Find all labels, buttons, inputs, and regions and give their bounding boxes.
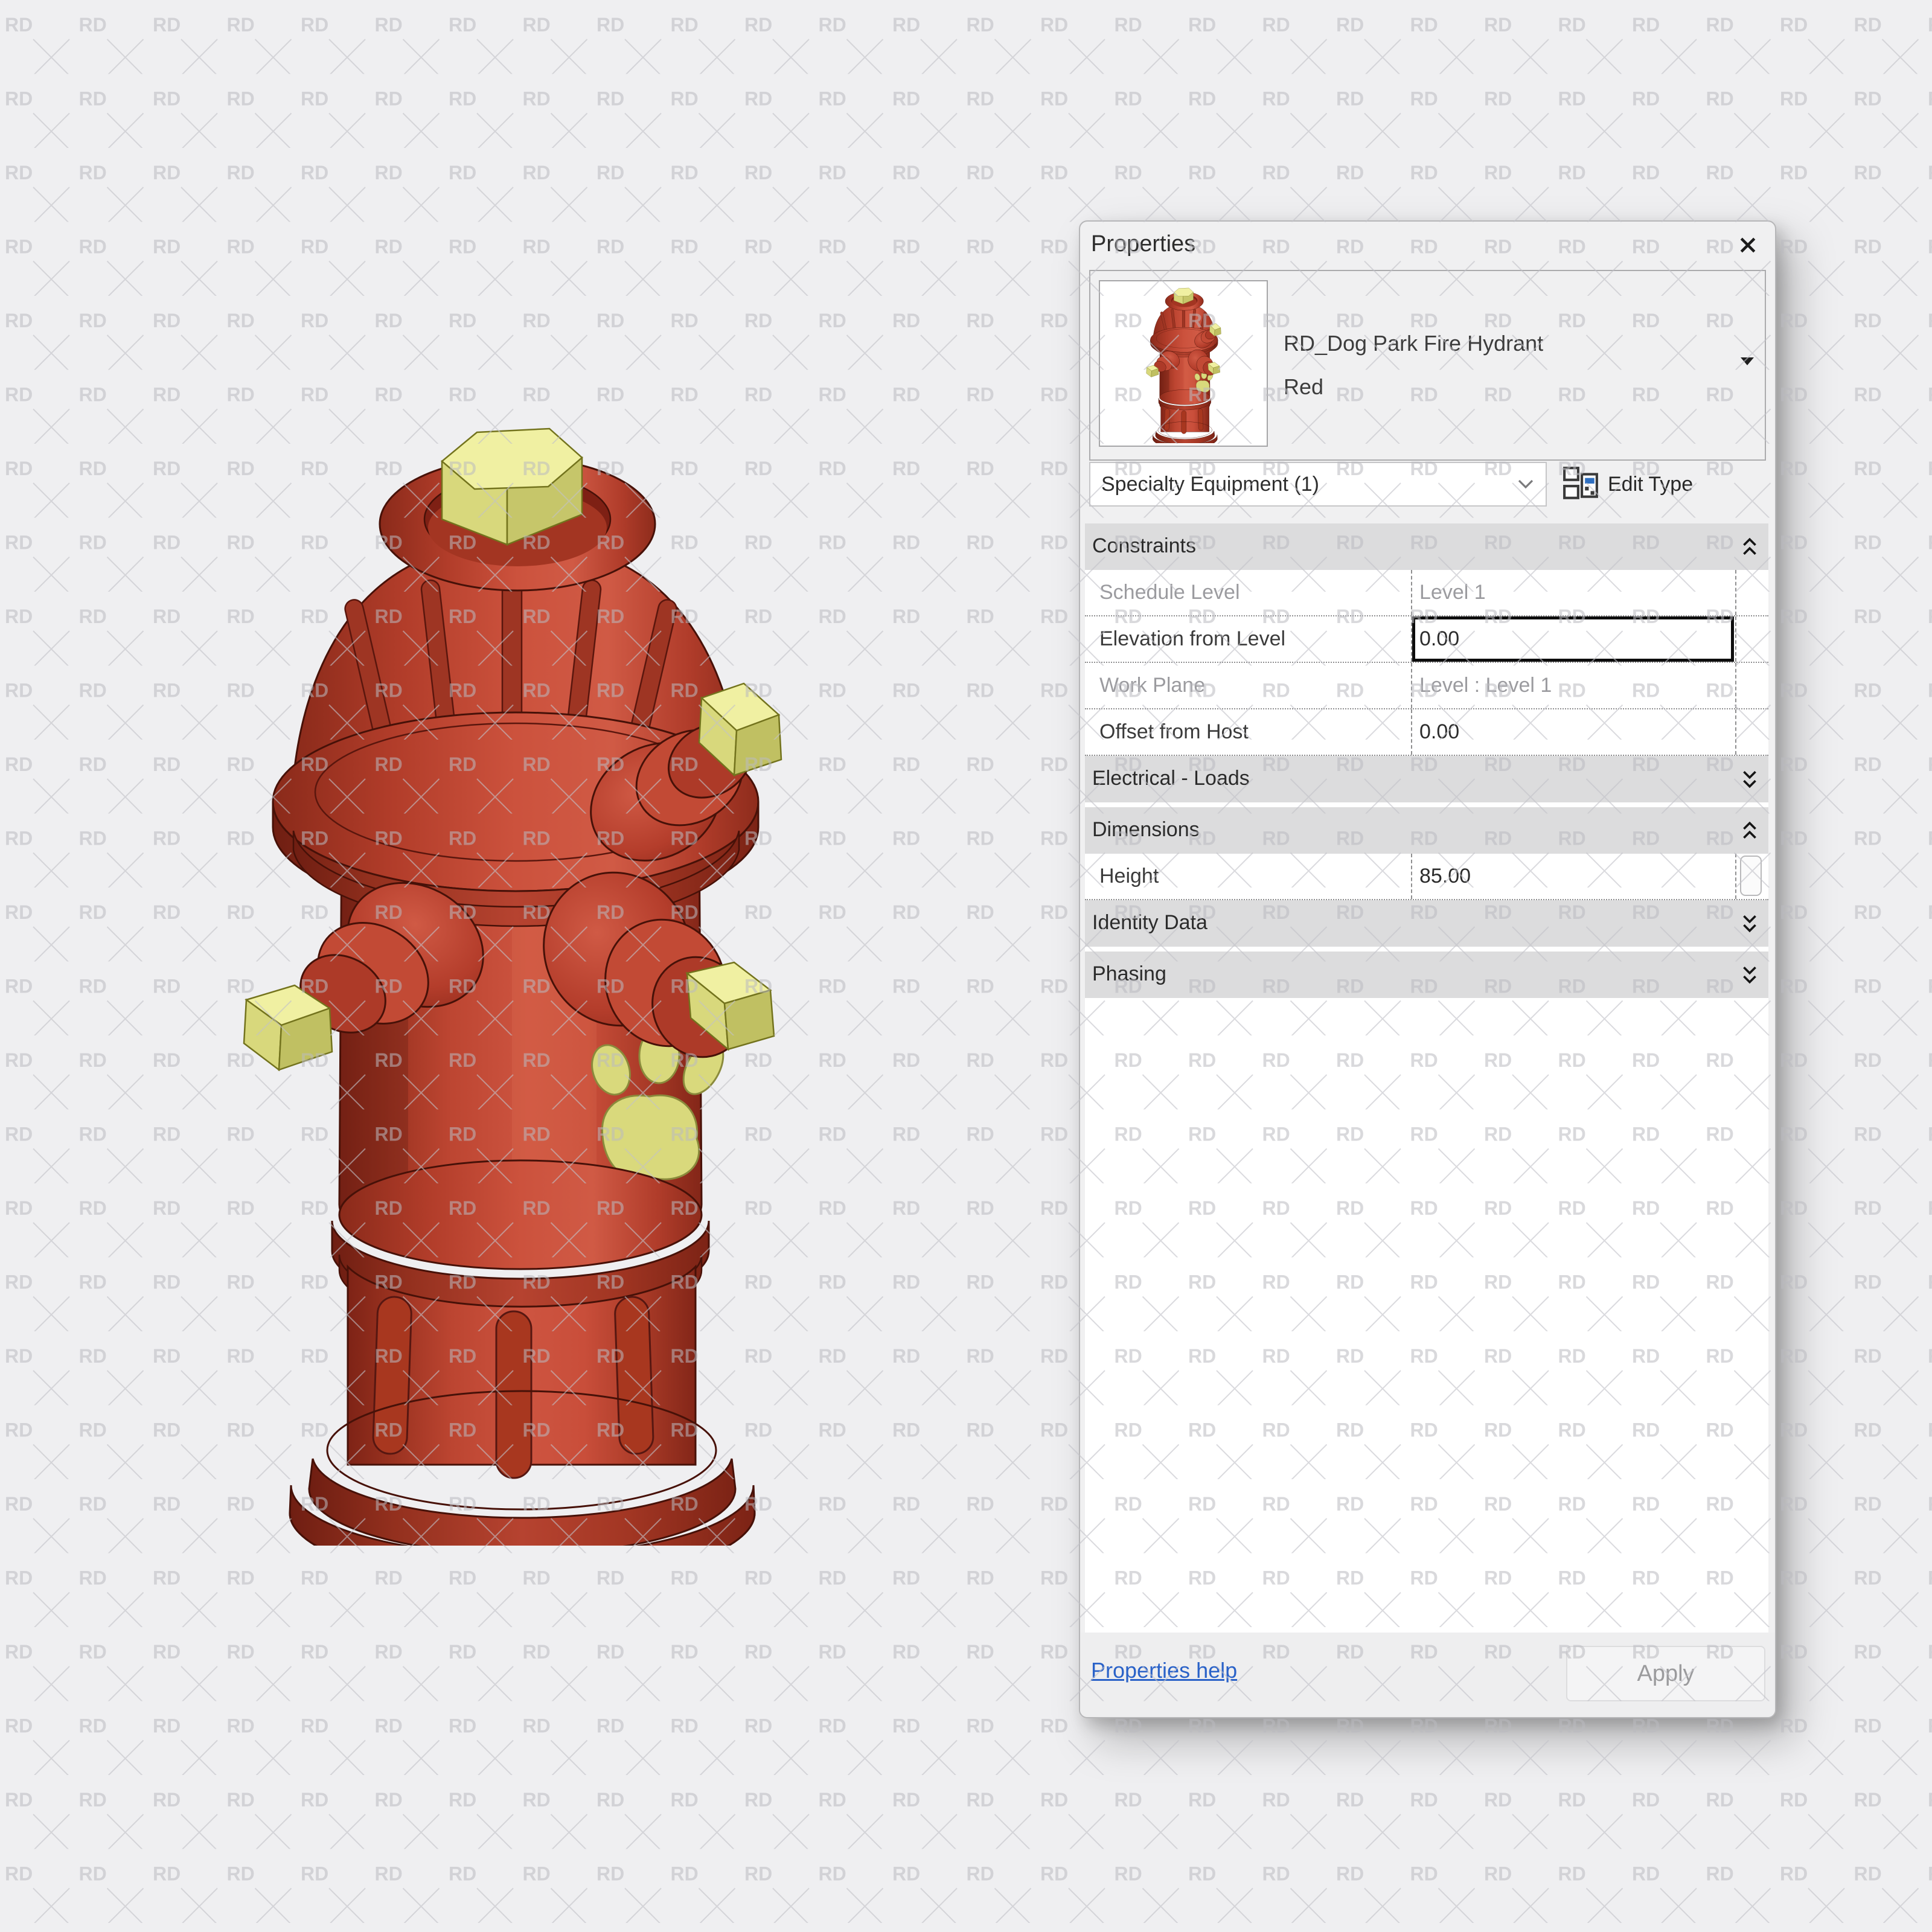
chevron-down-icon	[1518, 479, 1534, 489]
properties-help-link[interactable]: Properties help	[1091, 1658, 1237, 1683]
section-header-phasing[interactable]: Phasing	[1085, 952, 1768, 998]
section-gap	[1085, 802, 1768, 807]
property-row-work-plane: Work Plane Level : Level 1	[1085, 663, 1768, 709]
property-value-cell: Level 1	[1411, 570, 1734, 615]
property-row-height: Height 85.00	[1085, 854, 1768, 900]
property-value: 0.00	[1419, 627, 1460, 650]
chevrons-down-icon	[1743, 770, 1756, 788]
property-value: Level : Level 1	[1419, 674, 1552, 697]
section-label: Electrical - Loads	[1092, 767, 1250, 790]
property-row-offset-from-host: Offset from Host 0.00	[1085, 709, 1768, 756]
apply-button[interactable]: Apply	[1566, 1646, 1765, 1701]
properties-palette: Properties RD_Dog Park Fire Hydrant Red …	[1079, 220, 1776, 1718]
property-label: Elevation from Level	[1099, 627, 1286, 650]
dropdown-arrow-icon	[1741, 357, 1754, 365]
section-header-electrical-loads[interactable]: Electrical - Loads	[1085, 756, 1768, 802]
property-value: Level 1	[1419, 581, 1486, 604]
family-name-text: RD_Dog Park Fire Hydrant	[1284, 331, 1544, 356]
section-label: Dimensions	[1092, 818, 1200, 841]
section-header-identity-data[interactable]: Identity Data	[1085, 900, 1768, 947]
chevrons-up-icon	[1743, 821, 1756, 839]
row-gutter	[1735, 570, 1768, 615]
section-label: Identity Data	[1092, 911, 1208, 934]
property-value: 85.00	[1419, 865, 1471, 888]
property-row-elevation-from-level: Elevation from Level 0.00	[1085, 616, 1768, 663]
associate-parameter-button[interactable]	[1740, 856, 1762, 896]
height-input[interactable]: 85.00	[1411, 854, 1734, 899]
offset-from-host-input[interactable]: 0.00	[1411, 709, 1734, 755]
property-grid: Constraints Schedule Level Level 1 Eleva…	[1085, 523, 1768, 1633]
property-label: Offset from Host	[1099, 720, 1249, 743]
edit-type-icon	[1563, 467, 1598, 499]
property-label: Work Plane	[1099, 674, 1206, 697]
section-label: Constraints	[1092, 534, 1196, 557]
type-name-text: Red	[1284, 374, 1324, 399]
close-icon	[1740, 237, 1756, 253]
type-selector-dropdown[interactable]: RD_Dog Park Fire Hydrant Red	[1089, 270, 1766, 461]
category-filter-value: Specialty Equipment (1)	[1101, 473, 1319, 496]
edit-type-button[interactable]: Edit Type	[1562, 462, 1766, 507]
panel-title: Properties	[1091, 231, 1196, 257]
chevrons-down-icon	[1743, 915, 1756, 933]
panel-footer: Properties help Apply	[1080, 1633, 1775, 1717]
section-label: Phasing	[1092, 962, 1166, 985]
section-gap	[1085, 947, 1768, 952]
hydrant-thumbnail-image	[1146, 287, 1221, 443]
type-preview-thumbnail	[1099, 280, 1268, 447]
elevation-from-level-input[interactable]: 0.00	[1411, 616, 1734, 662]
property-value-cell: Level : Level 1	[1411, 663, 1734, 708]
row-gutter	[1735, 616, 1768, 662]
row-gutter	[1735, 854, 1768, 899]
section-header-constraints[interactable]: Constraints	[1085, 523, 1768, 570]
property-value: 0.00	[1419, 720, 1460, 743]
section-header-dimensions[interactable]: Dimensions	[1085, 807, 1768, 854]
drawing-canvas[interactable]: Properties RD_Dog Park Fire Hydrant Red …	[0, 0, 1932, 1932]
row-gutter	[1735, 663, 1768, 708]
chevrons-up-icon	[1743, 537, 1756, 555]
close-button[interactable]	[1734, 231, 1762, 259]
row-gutter	[1735, 709, 1768, 755]
property-label: Schedule Level	[1099, 581, 1240, 604]
property-label: Height	[1099, 865, 1159, 888]
property-row-schedule-level: Schedule Level Level 1	[1085, 570, 1768, 616]
type-name: RD_Dog Park Fire Hydrant Red	[1284, 322, 1724, 409]
category-filter-select[interactable]: Specialty Equipment (1)	[1089, 462, 1547, 507]
edit-type-label: Edit Type	[1608, 472, 1694, 496]
chevrons-down-icon	[1743, 966, 1756, 984]
fire-hydrant-3d-model[interactable]	[223, 398, 797, 1546]
